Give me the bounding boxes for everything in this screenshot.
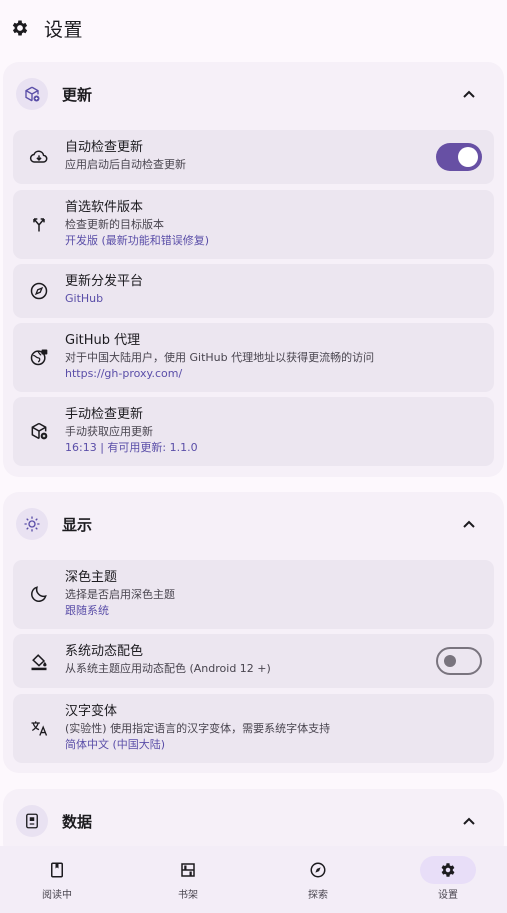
chevron-up-icon[interactable] xyxy=(462,814,476,828)
auto-check-toggle[interactable] xyxy=(436,143,482,171)
dynamic-color-toggle[interactable] xyxy=(436,647,482,675)
brightness-icon xyxy=(16,508,48,540)
section-update-title: 更新 xyxy=(62,85,93,104)
nav-reading[interactable]: 阅读中 xyxy=(7,846,107,913)
setting-github-proxy[interactable]: GitHub 代理 对于中国大陆用户，使用 GitHub 代理地址以获得更流畅的… xyxy=(13,323,494,392)
chevron-up-icon[interactable] xyxy=(462,87,476,101)
setting-subtitle: 对于中国大陆用户，使用 GitHub 代理地址以获得更流畅的访问 xyxy=(65,351,375,364)
section-display-header[interactable]: 显示 xyxy=(3,492,504,556)
setting-update-platform[interactable]: 更新分发平台 GitHub xyxy=(13,264,494,318)
fork-icon xyxy=(29,214,49,234)
section-data-title: 数据 xyxy=(62,812,93,831)
paint-bucket-icon xyxy=(29,651,49,671)
setting-title: 更新分发平台 xyxy=(65,274,144,289)
compass-icon xyxy=(29,281,49,301)
setting-auto-check-update[interactable]: 自动检查更新 应用启动后自动检查更新 xyxy=(13,130,494,184)
package-update-icon xyxy=(16,78,48,110)
page-title: 设置 xyxy=(44,18,84,41)
nav-label: 阅读中 xyxy=(42,890,72,901)
moon-icon xyxy=(29,584,49,604)
setting-value: GitHub xyxy=(65,292,104,305)
setting-subtitle: 选择是否启用深色主题 xyxy=(65,588,175,601)
nav-shelf[interactable]: 书架 xyxy=(138,846,238,913)
section-update: 更新 自动检查更新 应用启动后自动检查更新 首选软件版本 检查更新的目标版本 开… xyxy=(3,62,504,477)
setting-value: 跟随系统 xyxy=(65,604,109,617)
gear-icon xyxy=(420,856,476,884)
setting-title: 深色主题 xyxy=(65,570,118,585)
setting-subtitle: 手动获取应用更新 xyxy=(65,425,153,438)
nav-label: 探索 xyxy=(308,890,328,901)
section-display-title: 显示 xyxy=(62,515,93,534)
setting-dynamic-color[interactable]: 系统动态配色 从系统主题应用动态配色 (Android 12 +) xyxy=(13,634,494,688)
setting-title: GitHub 代理 xyxy=(65,333,141,348)
database-icon xyxy=(16,805,48,837)
nav-label: 书架 xyxy=(178,890,198,901)
gear-icon xyxy=(10,18,30,38)
bottom-navigation: 阅读中 书架 探索 设置 xyxy=(0,846,507,913)
setting-title: 首选软件版本 xyxy=(65,200,144,215)
top-app-bar: 设置 xyxy=(0,0,507,56)
globe-lock-icon xyxy=(29,347,49,367)
setting-dark-theme[interactable]: 深色主题 选择是否启用深色主题 跟随系统 xyxy=(13,560,494,629)
setting-value: 开发版 (最新功能和错误修复) xyxy=(65,234,210,247)
book-icon xyxy=(29,856,85,884)
nav-settings[interactable]: 设置 xyxy=(398,846,498,913)
setting-title: 汉字变体 xyxy=(65,704,118,719)
cloud-download-icon xyxy=(29,147,49,167)
translate-icon xyxy=(29,718,49,738)
setting-title: 自动检查更新 xyxy=(65,140,144,155)
setting-title: 系统动态配色 xyxy=(65,644,144,659)
section-update-header[interactable]: 更新 xyxy=(3,62,504,126)
setting-subtitle: 从系统主题应用动态配色 (Android 12 +) xyxy=(65,662,271,675)
package-update-icon xyxy=(29,421,49,441)
setting-value: 简体中文 (中国大陆) xyxy=(65,738,166,751)
setting-preferred-version[interactable]: 首选软件版本 检查更新的目标版本 开发版 (最新功能和错误修复) xyxy=(13,190,494,259)
setting-value: https://gh-proxy.com/ xyxy=(65,367,183,380)
setting-title: 手动检查更新 xyxy=(65,407,144,422)
section-display: 显示 深色主题 选择是否启用深色主题 跟随系统 系统动态配色 从系统主题应用动态… xyxy=(3,492,504,773)
section-data-header[interactable]: 数据 xyxy=(3,789,504,853)
bookshelf-icon xyxy=(160,856,216,884)
nav-explore[interactable]: 探索 xyxy=(268,846,368,913)
setting-manual-check[interactable]: 手动检查更新 手动获取应用更新 16:13 | 有可用更新: 1.1.0 xyxy=(13,397,494,466)
nav-label: 设置 xyxy=(438,890,458,901)
setting-subtitle: 应用启动后自动检查更新 xyxy=(65,158,186,171)
setting-value: 16:13 | 有可用更新: 1.1.0 xyxy=(65,441,198,454)
setting-subtitle: 检查更新的目标版本 xyxy=(65,218,164,231)
compass-icon xyxy=(290,856,346,884)
chevron-up-icon[interactable] xyxy=(462,517,476,531)
setting-subtitle: (实验性) 使用指定语言的汉字变体，需要系统字体支持 xyxy=(65,722,331,735)
setting-hanzi-variant[interactable]: 汉字变体 (实验性) 使用指定语言的汉字变体，需要系统字体支持 简体中文 (中国… xyxy=(13,694,494,763)
